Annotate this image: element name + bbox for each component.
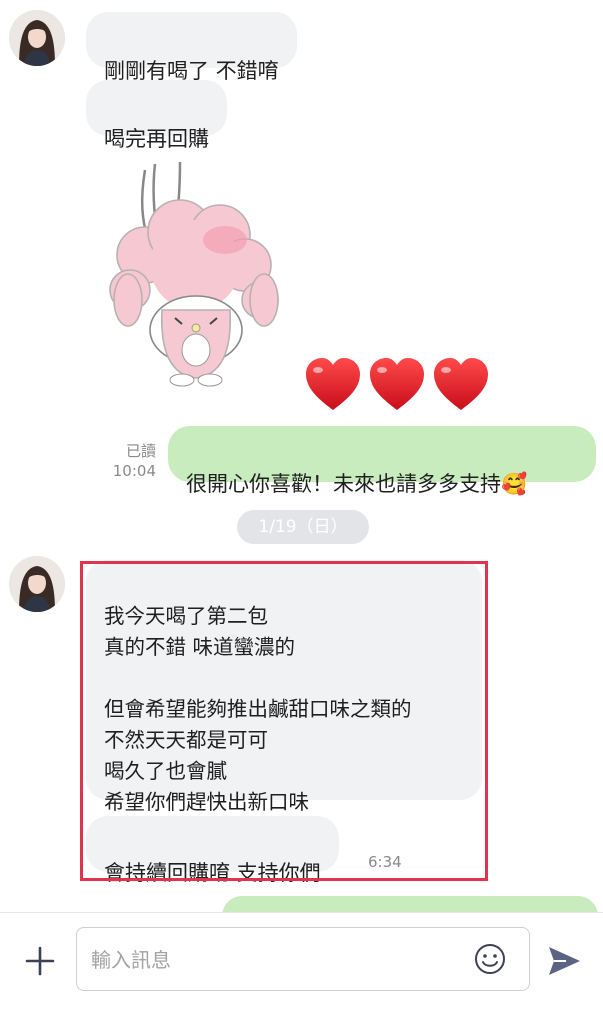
send-arrow-icon xyxy=(549,947,580,975)
message-input[interactable] xyxy=(89,928,463,992)
highlight-annotation-box xyxy=(80,561,488,881)
chat-area[interactable]: 剛剛有喝了 不錯唷 喝完再回購 已讀 10:04 很開心你喜歡！未來也請多多支持… xyxy=(0,0,603,912)
date-divider: 1/19（日） xyxy=(237,510,369,544)
avatar-photo-icon xyxy=(9,556,65,612)
avatar-photo-icon xyxy=(9,10,65,66)
message-bubble-outgoing-partial[interactable] xyxy=(222,896,598,912)
message-text: 喝完再回購 xyxy=(104,127,209,151)
read-receipt: 已讀 xyxy=(125,442,156,460)
emoji-button[interactable] xyxy=(473,942,507,976)
message-bubble-incoming[interactable]: 喝完再回購 xyxy=(86,80,227,151)
message-text: 很開心你喜歡！未來也請多多支持 xyxy=(186,472,501,496)
message-time: 10:04 xyxy=(112,462,156,480)
contact-avatar[interactable] xyxy=(9,556,65,612)
message-bubble-outgoing[interactable]: 很開心你喜歡！未來也請多多支持🥰 xyxy=(168,426,596,496)
message-meta: 已讀 10:04 xyxy=(100,441,156,481)
message-input-container xyxy=(76,927,530,992)
message-input-bar xyxy=(0,912,603,1025)
add-attachment-button[interactable] xyxy=(18,939,62,983)
smiley-icon xyxy=(475,944,505,974)
smiling-hearts-emoji-icon: 🥰 xyxy=(501,472,528,496)
message-bubble-incoming[interactable]: 剛剛有喝了 不錯唷 xyxy=(86,12,297,83)
contact-avatar[interactable] xyxy=(9,10,65,66)
sticker-message[interactable] xyxy=(100,160,280,390)
sheep-sticker-icon xyxy=(109,161,279,387)
plus-icon xyxy=(25,946,55,976)
send-button[interactable] xyxy=(544,941,584,981)
hearts-emoji-message[interactable] xyxy=(304,356,490,414)
red-hearts-icon xyxy=(306,358,488,410)
date-label: 1/19（日） xyxy=(258,517,348,537)
